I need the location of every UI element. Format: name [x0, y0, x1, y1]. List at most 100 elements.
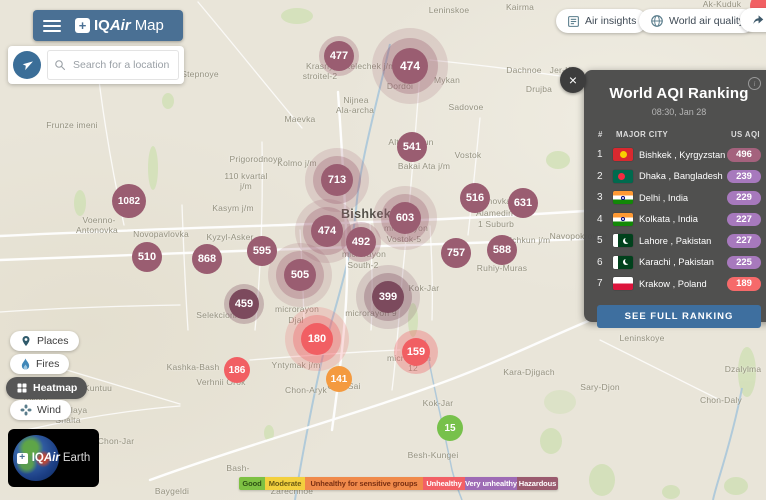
aqi-badge: 225	[727, 256, 761, 270]
legend-segment: Hazardous	[517, 477, 558, 490]
aqi-marker[interactable]: 713	[321, 164, 353, 196]
map-label: Dzalylma	[725, 364, 762, 374]
menu-icon[interactable]	[43, 17, 61, 35]
aqi-marker[interactable]: 180	[301, 323, 333, 355]
aqi-badge: 227	[727, 213, 761, 227]
insights-icon	[567, 15, 580, 28]
map-label: Kara-Djigach	[503, 367, 555, 377]
aqi-marker[interactable]: 141	[326, 366, 352, 392]
aqi-marker[interactable]: 541	[397, 132, 427, 162]
layer-fires-button[interactable]: Fires	[10, 354, 69, 374]
legend-segment: Unhealthy	[423, 477, 465, 490]
aqi-marker[interactable]: 516	[460, 183, 490, 213]
map-label: Kuntuu	[84, 383, 112, 393]
ranking-row[interactable]: 1Bishkek , Kyrgyzstan496	[584, 144, 766, 166]
ranking-row[interactable]: 5Lahore , Pakistan227	[584, 230, 766, 252]
country-flag-icon	[613, 213, 633, 226]
country-flag-icon	[613, 277, 633, 290]
info-icon[interactable]: i	[748, 77, 761, 90]
wind-icon	[20, 404, 32, 416]
aqi-marker[interactable]: 477	[324, 41, 354, 71]
layer-heatmap-button[interactable]: Heatmap	[6, 377, 87, 399]
aqi-marker[interactable]: 631	[508, 188, 538, 218]
world-air-quality-button[interactable]: World air quality	[639, 9, 755, 33]
map-label: Chon-Daly	[700, 395, 742, 405]
aqi-badge: 229	[727, 191, 761, 205]
map-label: Maevka	[285, 114, 316, 124]
aqi-marker[interactable]: 492	[346, 227, 376, 257]
ranking-row[interactable]: 7Krakow , Poland189	[584, 273, 766, 295]
map-label: Prigorodnoye	[230, 154, 283, 164]
aqi-marker[interactable]: 757	[441, 238, 471, 268]
map-label: microrayon	[275, 304, 319, 314]
aqi-marker[interactable]: 15	[437, 415, 463, 441]
aqi-marker[interactable]: 603	[389, 202, 421, 234]
map-label: Kairma	[506, 2, 534, 12]
close-icon[interactable]: ×	[560, 67, 586, 93]
city-name: Lahore , Pakistan	[639, 236, 725, 246]
aqi-marker[interactable]: 588	[487, 235, 517, 265]
city-name: Krakow , Poland	[639, 279, 725, 289]
legend-segment: Very unhealthy	[465, 477, 517, 490]
legend-segment: Good	[239, 477, 265, 490]
navigation-arrow-icon	[21, 59, 34, 72]
search-field[interactable]	[47, 50, 179, 80]
aqi-marker[interactable]: 510	[132, 242, 162, 272]
aqi-marker[interactable]: 459	[229, 289, 259, 319]
globe-icon	[650, 14, 664, 28]
map-label: Kok-Jar	[409, 283, 440, 293]
iqair-logo-icon: +	[17, 453, 28, 464]
locate-me-button[interactable]	[13, 51, 41, 79]
map-label: Kolmo j/m	[277, 158, 317, 168]
map-label: Kashka-Bash	[167, 362, 220, 372]
map-label: Antonovka	[76, 225, 118, 235]
rank-number: 6	[597, 257, 613, 268]
map-label: Chon-Jar	[98, 436, 135, 446]
world-aqi-ranking-panel: i World AQI Ranking 08:30, Jan 28 # MAJO…	[584, 70, 766, 322]
aqi-marker[interactable]: 159	[402, 338, 430, 366]
map-label: Dachnoe	[506, 65, 541, 75]
country-flag-icon	[613, 234, 633, 247]
map-label: stroitel-2	[303, 71, 338, 81]
ranking-rows: 1Bishkek , Kyrgyzstan4962Dhaka , Banglad…	[584, 144, 766, 295]
panel-title: World AQI Ranking	[594, 85, 764, 102]
aqi-marker[interactable]: 186	[224, 357, 250, 383]
aqi-marker[interactable]: 595	[247, 236, 277, 266]
aqi-marker[interactable]: 868	[192, 244, 222, 274]
map-label: South-2	[347, 260, 378, 270]
city-name: Dhaka , Bangladesh	[639, 171, 725, 181]
city-name: Delhi , India	[639, 193, 725, 203]
iqair-earth-widget[interactable]: + IQAir Earth	[8, 429, 99, 487]
air-insights-button[interactable]: Air insights	[556, 9, 647, 33]
map-label: 110 kvartal	[224, 171, 267, 181]
ranking-row[interactable]: 4Kolkata , India227	[584, 209, 766, 231]
aqi-marker[interactable]: 474	[392, 48, 428, 84]
aqi-marker[interactable]: 505	[284, 259, 316, 291]
layer-wind-button[interactable]: Wind	[10, 400, 71, 420]
aqi-badge: 239	[727, 170, 761, 184]
map-label-city: Bishkek	[341, 207, 391, 221]
map-label: j/m	[240, 181, 252, 191]
aqi-marker[interactable]: 1082	[112, 184, 146, 218]
rank-number: 1	[597, 149, 613, 160]
map-label: Frunze imeni	[46, 120, 98, 130]
aqi-marker[interactable]: 474	[311, 215, 343, 247]
layer-places-button[interactable]: Places	[10, 331, 79, 351]
flame-icon	[20, 358, 31, 371]
map-label: Leninskoye	[619, 333, 664, 343]
rank-number: 3	[597, 192, 613, 203]
ranking-row[interactable]: 2Dhaka , Bangladesh239	[584, 166, 766, 188]
ranking-row[interactable]: 3 Delhi , India229	[584, 187, 766, 209]
aqi-marker[interactable]: 399	[372, 281, 404, 313]
rank-number: 7	[597, 278, 613, 289]
city-name: Bishkek , Kyrgyzstan	[639, 150, 725, 160]
see-full-ranking-button[interactable]: SEE FULL RANKING	[597, 305, 761, 328]
share-button[interactable]: Sh	[740, 8, 766, 32]
ranking-row[interactable]: 6 Karachi , Pakistan225	[584, 252, 766, 274]
map-label: Vostok	[455, 150, 482, 160]
country-flag-icon	[613, 191, 633, 204]
search-input[interactable]	[71, 58, 172, 72]
city-name: Karachi , Pakistan	[639, 257, 725, 267]
map-label: Ala-archa	[336, 105, 374, 115]
aqi-legend: GoodModerateUnhealthy for sensitive grou…	[239, 477, 558, 490]
